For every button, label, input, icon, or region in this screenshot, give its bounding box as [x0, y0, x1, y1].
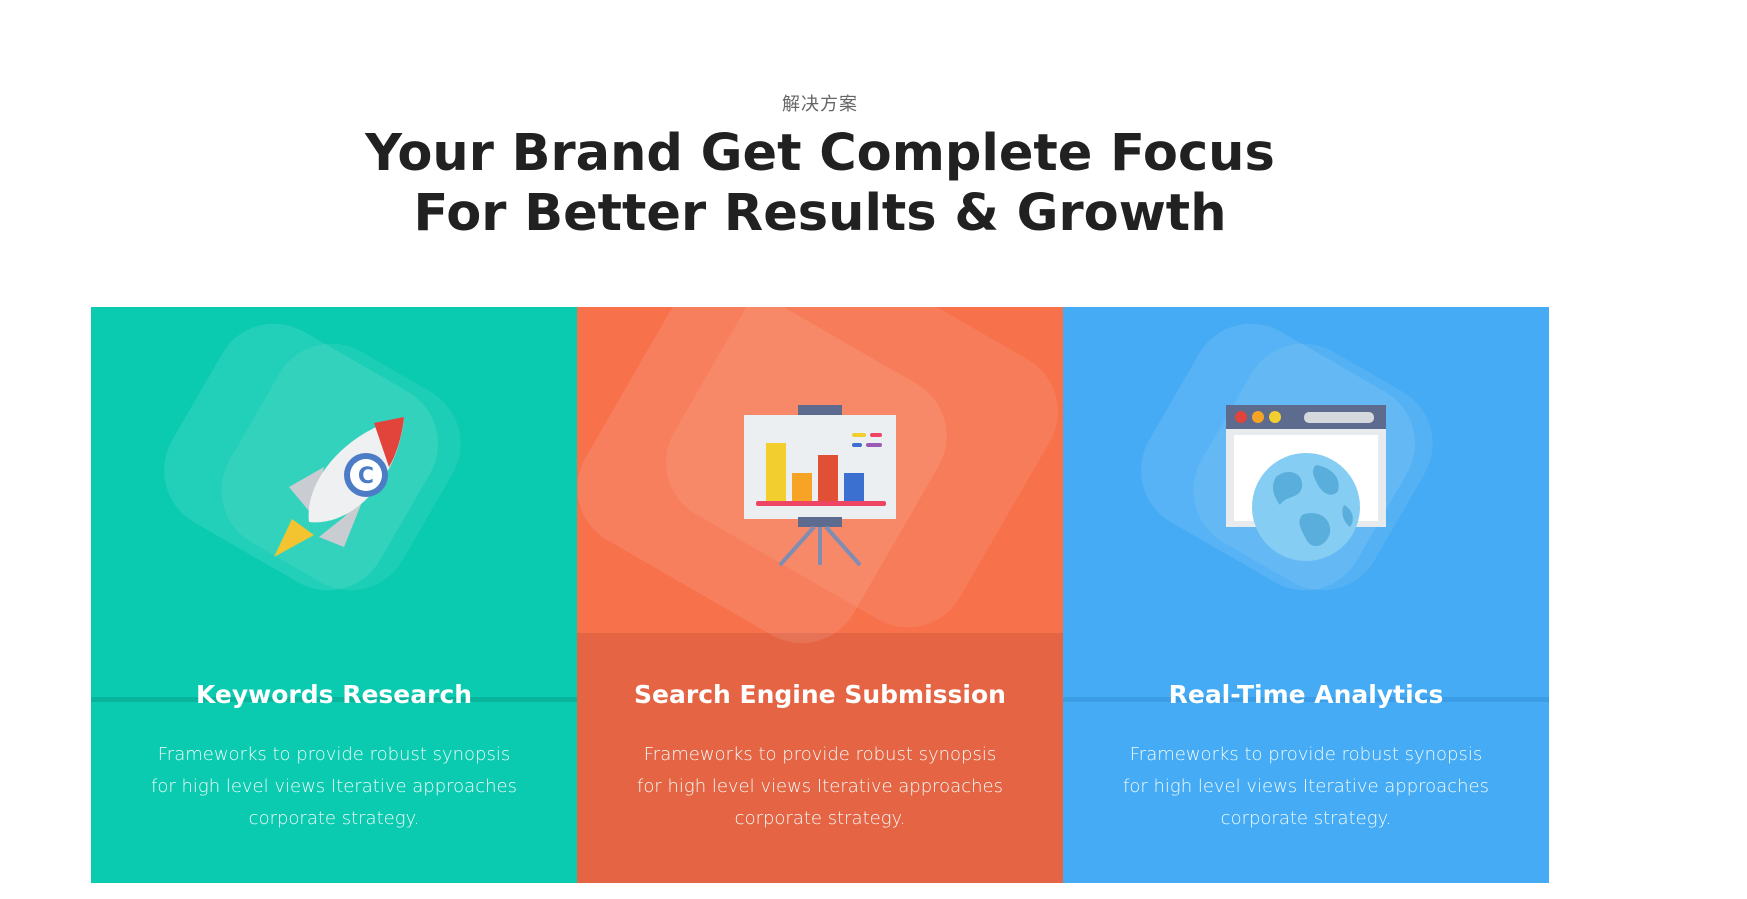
card-description: Frameworks to provide robust synopsis fo…: [151, 744, 517, 829]
service-card-keywords-research[interactable]: C Keywords Research Frameworks to provid…: [91, 307, 577, 883]
card-description: Frameworks to provide robust synopsis fo…: [1123, 744, 1489, 829]
page: 解决方案 Your Brand Get Complete Focus For B…: [0, 0, 1747, 899]
service-card-real-time-analytics[interactable]: Real-Time Analytics Frameworks to provid…: [1063, 307, 1549, 883]
services-cards: C Keywords Research Frameworks to provid…: [91, 307, 1549, 883]
card-title: Real-Time Analytics: [1168, 680, 1444, 709]
presentation-chart-icon: [720, 387, 920, 587]
section-eyebrow: 解决方案: [782, 94, 858, 115]
rocket-icon: C: [234, 387, 434, 587]
svg-text:C: C: [358, 464, 374, 489]
service-card-search-engine-submission[interactable]: Search Engine Submission Frameworks to p…: [577, 307, 1063, 883]
card-title: Search Engine Submission: [634, 680, 1006, 709]
card-title: Keywords Research: [195, 680, 473, 709]
browser-globe-icon: [1206, 387, 1406, 587]
section-title: Your Brand Get Complete Focus For Better…: [0, 124, 1640, 244]
section-header: 解决方案 Your Brand Get Complete Focus For B…: [0, 92, 1640, 244]
section-title-line-2: For Better Results & Growth: [413, 184, 1227, 243]
card-description: Frameworks to provide robust synopsis fo…: [637, 744, 1003, 829]
section-title-line-1: Your Brand Get Complete Focus: [365, 124, 1275, 183]
